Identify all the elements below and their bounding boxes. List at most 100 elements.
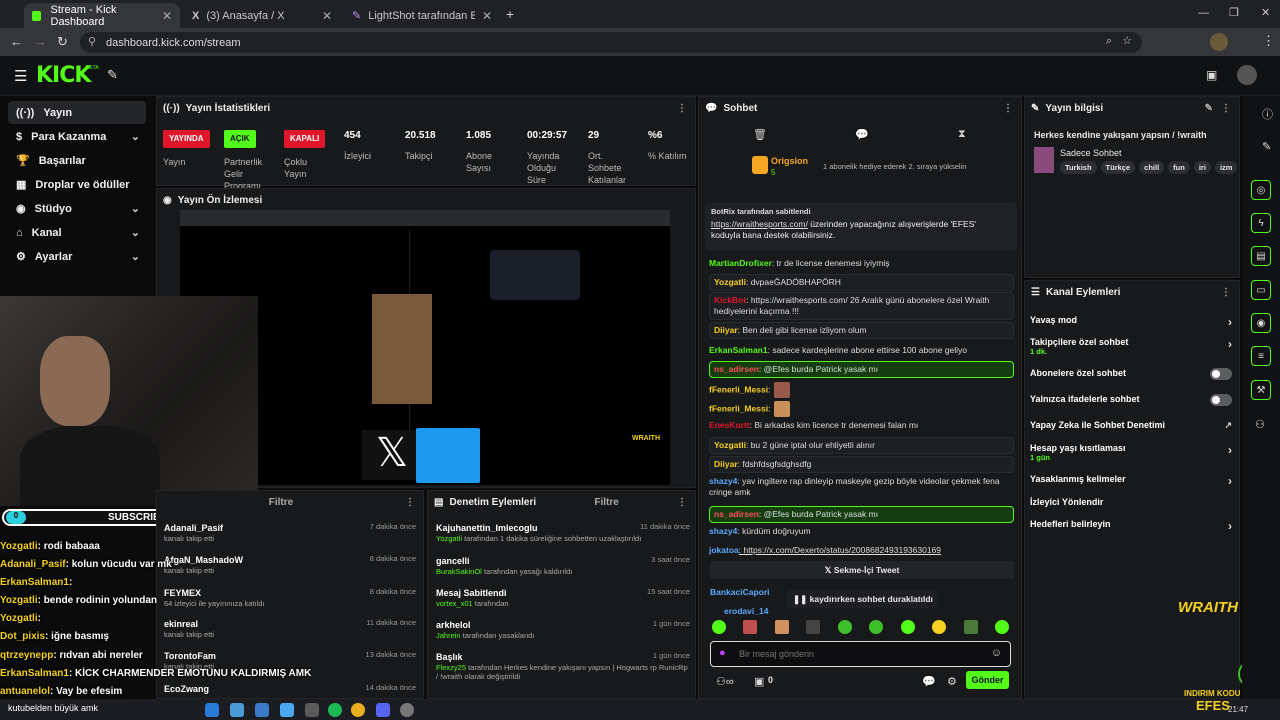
gift-prompt[interactable]: 1 abonelik hediye ederek 2. sıraya yükse…	[823, 162, 966, 171]
user-avatar[interactable]	[1237, 65, 1257, 85]
info-icon[interactable]: ⓘ	[1262, 106, 1273, 122]
chat-username[interactable]: MartianDrofixer	[709, 258, 772, 268]
chat-username[interactable]: erodavi_14	[724, 606, 768, 616]
kick-logo[interactable]: KICK	[36, 63, 91, 88]
window-restore-button[interactable]: ❐	[1229, 6, 1239, 19]
bookmark-star-icon[interactable]: ☆	[1122, 34, 1132, 47]
chat-username[interactable]: shazy4	[709, 526, 737, 536]
emote-icon[interactable]	[712, 620, 726, 634]
back-icon[interactable]: ←	[10, 34, 23, 49]
app-icon[interactable]	[280, 703, 294, 717]
list-icon[interactable]: ≡	[1251, 346, 1271, 366]
tag-chip[interactable]: Türkçe	[1100, 161, 1136, 174]
chat-username[interactable]: shazy4	[709, 476, 737, 486]
subs-only-toggle[interactable]	[1210, 368, 1232, 380]
camera-icon[interactable]: ◎	[1251, 180, 1271, 200]
close-icon[interactable]: ✕	[482, 9, 492, 23]
tweet-embed-button[interactable]: 𝕏 Sekme-İçi Tweet	[710, 561, 1014, 579]
emote-icon[interactable]	[774, 620, 789, 634]
more-options-icon[interactable]: ⋮	[677, 497, 687, 508]
filter-button[interactable]: Filtre	[594, 497, 618, 508]
obs-icon[interactable]	[400, 703, 414, 717]
more-options-icon[interactable]: ⋮	[405, 497, 415, 508]
app-icon[interactable]	[305, 703, 319, 717]
filter-button[interactable]: Filtre	[269, 497, 293, 508]
chat-username[interactable]: ns_adirsen	[714, 364, 759, 374]
sidebar-item-para-kazanma[interactable]: $ Para Kazanma ⌄	[8, 125, 146, 148]
chat-username[interactable]: jokatoa	[709, 545, 739, 555]
more-options-icon[interactable]: ⋮	[1221, 103, 1231, 114]
mod-name[interactable]: Kajuhanettin_Imlecoglu	[436, 523, 538, 533]
more-options-icon[interactable]: ⋮	[677, 103, 687, 114]
edit-icon[interactable]: ✎	[1262, 140, 1271, 153]
tag-chip[interactable]: iri	[1193, 161, 1211, 174]
emote-icon[interactable]	[806, 620, 821, 634]
mod-name[interactable]: Başlık	[436, 652, 463, 662]
site-info-icon[interactable]: ⚲	[88, 35, 96, 48]
emote-icon[interactable]	[994, 620, 1009, 634]
tag-chip[interactable]: izm	[1214, 161, 1238, 174]
lightning-icon[interactable]: ϟ	[1251, 213, 1271, 233]
tab-lightshot[interactable]: ✎ LightShot tarafından Ekran Gör ✕	[344, 3, 500, 28]
action-followers-only[interactable]: Takipçilere özel sohbet 1 dk. ›	[1030, 337, 1234, 356]
users-icon[interactable]: ⚇	[1255, 418, 1265, 431]
mod-name[interactable]: gancelli	[436, 556, 470, 566]
windows-start-icon[interactable]	[205, 703, 219, 717]
broadcast-icon[interactable]: ◉	[1251, 313, 1271, 333]
feed-name[interactable]: AfgaN_MashadoW	[164, 555, 243, 565]
chrome-icon[interactable]	[351, 703, 365, 717]
action-ai-moderation[interactable]: Yapay Zeka ile Sohbet Denetimi ↗	[1030, 420, 1234, 430]
action-redirect-viewers[interactable]: İzleyici Yönlendir	[1030, 497, 1234, 507]
chat-username[interactable]: fFenerli_Messi	[709, 384, 768, 394]
close-icon[interactable]: ✕	[322, 9, 332, 23]
chat-username[interactable]: ErkanSalman1	[709, 345, 768, 355]
chat-username[interactable]: ns_adirsen	[714, 509, 759, 519]
send-button[interactable]: Gönder	[966, 671, 1009, 689]
document-icon[interactable]: ▤	[1251, 246, 1271, 266]
studio-icon[interactable]: ▣	[1206, 68, 1217, 82]
chat-username[interactable]: EnesKurtt	[709, 420, 750, 430]
action-account-age[interactable]: Hesap yaşı kısıtlaması 1 gün ›	[1030, 443, 1234, 462]
emote-icon[interactable]	[963, 620, 978, 634]
hourglass-icon[interactable]: ⧗	[958, 128, 966, 141]
chat-username[interactable]: fFenerli_Messi	[709, 403, 768, 413]
more-options-icon[interactable]: ⋮	[1221, 287, 1231, 298]
discord-icon[interactable]	[376, 703, 390, 717]
action-banned-words[interactable]: Yasaklanmış kelimeler ›	[1030, 474, 1234, 488]
mod-name[interactable]: Mesaj Sabitlendi	[436, 588, 507, 598]
close-icon[interactable]: ✕	[162, 9, 172, 23]
edge-icon[interactable]	[230, 703, 244, 717]
chat-username[interactable]: KickBot	[714, 295, 746, 305]
mod-name[interactable]: arkhelol	[436, 620, 471, 630]
wrench-icon[interactable]: ⚒	[1251, 380, 1271, 400]
sidebar-item-studyo[interactable]: ◉ Stüdyo ⌄	[8, 197, 146, 220]
feed-name[interactable]: ekinreal	[164, 619, 198, 629]
tab-kick-dashboard[interactable]: Stream - Kick Dashboard ✕	[24, 3, 180, 28]
address-bar[interactable]: ⚲ dashboard.kick.com/stream ⌕ ☆	[80, 32, 1142, 53]
more-options-icon[interactable]: ⋮	[1003, 103, 1013, 114]
stream-category[interactable]: Sadece Sohbet	[1060, 148, 1122, 158]
chat-paused-banner[interactable]: ❚❚ kaydırırken sohbet duraklatıldı	[787, 590, 937, 608]
feed-name[interactable]: EcoZwang	[164, 684, 209, 694]
profile-avatar[interactable]	[1210, 33, 1228, 51]
chat-input[interactable]	[739, 646, 979, 662]
microphone-icon[interactable]: ●	[719, 647, 726, 659]
sidebar-item-ayarlar[interactable]: ⚙ Ayarlar ⌄	[8, 245, 146, 268]
emote-icon[interactable]	[932, 620, 947, 634]
chat-bubble-icon[interactable]: 💬	[855, 128, 869, 141]
emote-icon[interactable]	[743, 620, 758, 634]
gifter-name[interactable]: Origsion	[771, 156, 808, 166]
chat-username[interactable]: Diiyar	[714, 325, 738, 335]
pin-icon[interactable]: ✎	[107, 67, 118, 83]
pinned-link[interactable]: https://wraithesports.com/	[711, 219, 808, 229]
sidebar-item-droplar[interactable]: ▦ Droplar ve ödüller	[8, 173, 146, 196]
emote-icon[interactable]	[900, 620, 915, 634]
zoom-icon[interactable]: ⌕	[1106, 35, 1112, 48]
sidebar-item-yayin[interactable]: ((·)) Yayın	[8, 101, 146, 124]
reload-icon[interactable]: ↻	[57, 34, 68, 50]
trash-icon[interactable]: 🗑	[753, 128, 767, 141]
forward-icon[interactable]: →	[34, 34, 47, 49]
points-icon[interactable]: ▣	[754, 675, 764, 688]
tab-x[interactable]: X (3) Anasayfa / X ✕	[184, 3, 340, 28]
emoji-icon[interactable]: ☺	[991, 647, 1002, 659]
